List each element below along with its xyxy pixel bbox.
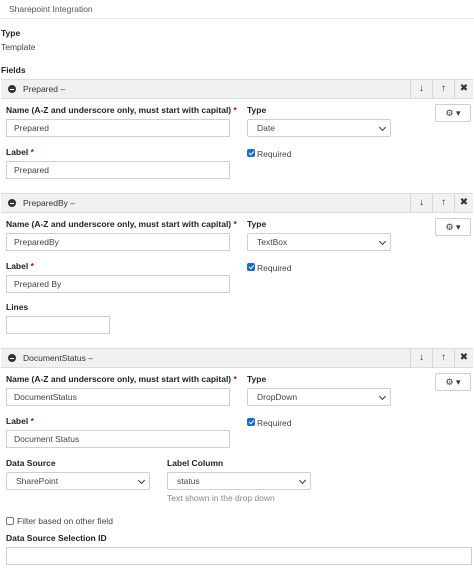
type-label: Type: [247, 219, 267, 229]
field-header-prepared: Prepared – ↓ ↑ ✖: [1, 79, 473, 99]
type-select[interactable]: TextBox: [247, 233, 391, 251]
field-title: DocumentStatus –: [23, 353, 93, 363]
move-down-icon[interactable]: ↓: [410, 194, 432, 212]
required-label: Required: [257, 418, 292, 428]
collapse-icon[interactable]: [8, 199, 16, 207]
type-label: Type: [247, 374, 267, 384]
required-checkbox[interactable]: [247, 418, 255, 426]
chevron-down-icon: [137, 476, 146, 485]
name-label: Name (A-Z and underscore only, must star…: [6, 105, 237, 115]
name-label: Name (A-Z and underscore only, must star…: [6, 374, 237, 384]
label-column-select[interactable]: status: [167, 472, 311, 490]
ds-selection-id-input[interactable]: [6, 547, 472, 565]
label-label: Label *: [6, 416, 34, 426]
field-header-documentstatus: DocumentStatus – ↓ ↑ ✖: [1, 348, 473, 368]
label-input[interactable]: Prepared: [6, 161, 230, 179]
tab-sharepoint-integration[interactable]: Sharepoint Integration: [0, 0, 474, 19]
type-select[interactable]: Date: [247, 119, 391, 137]
tab-label: Sharepoint Integration: [9, 4, 93, 14]
remove-icon[interactable]: ✖: [454, 80, 473, 98]
move-down-icon[interactable]: ↓: [410, 80, 432, 98]
required-label: Required: [257, 149, 292, 159]
label-column-label: Label Column: [167, 458, 224, 468]
chevron-down-icon: [378, 237, 387, 246]
name-input[interactable]: DocumentStatus: [6, 388, 230, 406]
type-heading: Type: [1, 28, 21, 38]
settings-gear-button[interactable]: ⚙ ▾: [435, 373, 471, 391]
type-select[interactable]: DropDown: [247, 388, 391, 406]
chevron-down-icon: [378, 392, 387, 401]
collapse-icon[interactable]: [8, 354, 16, 362]
ds-selection-id-label: Data Source Selection ID: [6, 533, 107, 543]
data-source-select[interactable]: SharePoint: [6, 472, 150, 490]
remove-icon[interactable]: ✖: [454, 194, 473, 212]
type-value: Template: [1, 42, 36, 52]
filter-checkbox[interactable]: [6, 517, 14, 525]
required-label: Required: [257, 263, 292, 273]
name-input[interactable]: PreparedBy: [6, 233, 230, 251]
settings-gear-button[interactable]: ⚙ ▾: [435, 104, 471, 122]
move-up-icon[interactable]: ↑: [432, 80, 454, 98]
chevron-down-icon: [378, 123, 387, 132]
lines-input[interactable]: [6, 316, 110, 334]
settings-gear-button[interactable]: ⚙ ▾: [435, 218, 471, 236]
field-title: Prepared –: [23, 84, 66, 94]
label-column-hint: Text shown in the drop down: [167, 493, 275, 503]
lines-label: Lines: [6, 302, 29, 312]
fields-heading: Fields: [1, 65, 26, 75]
field-header-preparedby: PreparedBy – ↓ ↑ ✖: [1, 193, 473, 213]
required-checkbox[interactable]: [247, 263, 255, 271]
filter-label: Filter based on other field: [17, 516, 113, 526]
data-source-label: Data Source: [6, 458, 56, 468]
chevron-down-icon: [298, 476, 307, 485]
type-label: Type: [247, 105, 267, 115]
collapse-icon[interactable]: [8, 85, 16, 93]
label-label: Label *: [6, 261, 34, 271]
label-input[interactable]: Prepared By: [6, 275, 230, 293]
label-label: Label *: [6, 147, 34, 157]
field-title: PreparedBy –: [23, 198, 75, 208]
name-input[interactable]: Prepared: [6, 119, 230, 137]
required-checkbox[interactable]: [247, 149, 255, 157]
move-up-icon[interactable]: ↑: [432, 349, 454, 367]
move-down-icon[interactable]: ↓: [410, 349, 432, 367]
remove-icon[interactable]: ✖: [454, 349, 473, 367]
move-up-icon[interactable]: ↑: [432, 194, 454, 212]
label-input[interactable]: Document Status: [6, 430, 230, 448]
name-label: Name (A-Z and underscore only, must star…: [6, 219, 237, 229]
